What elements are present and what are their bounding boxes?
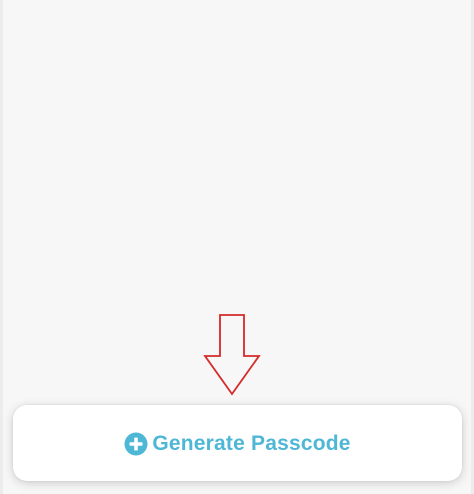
generate-passcode-button[interactable]: Generate Passcode [13,405,462,481]
app-screen: Generate Passcode [0,0,474,494]
generate-passcode-label: Generate Passcode [152,432,351,455]
plus-circle-icon [124,432,148,456]
generate-passcode-card: Generate Passcode [13,405,462,481]
down-arrow-icon [203,314,261,396]
screen-edge-left [0,0,3,494]
